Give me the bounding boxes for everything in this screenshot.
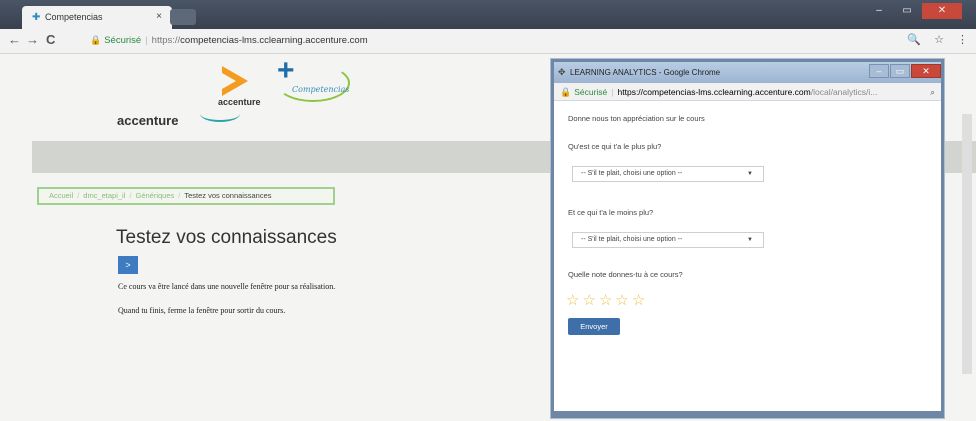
url-scheme: https:// <box>151 35 181 46</box>
lock-icon: 🔒 <box>90 35 102 45</box>
popup-window-title: LEARNING ANALYTICS - Google Chrome <box>570 68 721 77</box>
browser-tabstrip: ✚ Competencias × – ▭ ✕ <box>0 0 976 29</box>
popup-address-bar[interactable]: 🔒 Sécurisé | https://competencias-lms.cclea… <box>554 83 941 101</box>
popup-secure-label: Sécurisé <box>574 87 608 97</box>
breadcrumb-section[interactable]: Génériques <box>135 191 174 200</box>
popup-bottom-border <box>554 411 941 415</box>
window-controls: – ▭ ✕ <box>864 3 962 19</box>
toolbar-actions: 🔍 ☆ ⋮ <box>897 33 968 46</box>
accenture-arrow-cut <box>222 73 236 89</box>
star-rating: ☆ ☆ ☆ ☆ ☆ <box>566 293 648 309</box>
question-liked-label: Qu'est ce qui t'a le plus plu? <box>568 142 662 151</box>
popup-minimize-button[interactable]: – <box>869 64 889 78</box>
close-window-button[interactable]: ✕ <box>922 3 962 19</box>
browser-tab[interactable]: ✚ Competencias × <box>22 6 172 29</box>
popup-maximize-button[interactable]: ▭ <box>890 64 910 78</box>
favicon-icon: ✚ <box>32 12 41 23</box>
minimize-button[interactable]: – <box>866 3 892 19</box>
liked-select[interactable]: -- S'il te plait, choisi une option -- ▼ <box>572 166 764 182</box>
close-info-text: Quand tu finis, ferme la fenêtre pour so… <box>118 306 286 315</box>
address-separator: | <box>611 87 614 97</box>
feedback-intro: Donne nous ton appréciation sur le cours <box>568 114 705 123</box>
star-icon[interactable]: ☆ <box>582 293 595 309</box>
menu-icon[interactable]: ⋮ <box>957 34 968 46</box>
submit-button[interactable]: Envoyer <box>568 318 620 335</box>
popup-url-path: /local/analytics/i... <box>810 87 878 97</box>
page-title: Testez vos connaissances <box>116 227 337 248</box>
star-icon[interactable]: ☆ <box>615 293 628 309</box>
forward-button[interactable]: → <box>26 32 39 48</box>
question-rating-label: Quelle note donnes-tu à ce cours? <box>568 270 683 279</box>
popup-url-host: https://competencias-lms.cclearning.acce… <box>617 87 811 97</box>
tab-close-icon[interactable]: × <box>156 11 162 22</box>
address-separator: | <box>145 35 148 46</box>
back-button[interactable]: ← <box>8 32 21 48</box>
lock-icon: 🔒 <box>560 87 572 97</box>
popup-search-icon[interactable]: ⌕ <box>930 83 935 100</box>
url-host: competencias-lms.cclearning.accenture.co… <box>180 35 368 46</box>
disliked-select[interactable]: -- S'il te plait, choisi une option -- ▼ <box>572 232 764 248</box>
popup-window-controls: – ▭ ✕ <box>868 64 941 78</box>
breadcrumb: Accueil / dmc_etapi_il / Génériques / Testez v… <box>37 187 335 205</box>
breadcrumb-separator: / <box>129 191 132 200</box>
competencias-logo-text: Competencias <box>292 85 350 94</box>
secure-label: Sécurisé <box>104 35 142 46</box>
browser-toolbar: ← → C 🔒 Sécurisé | https://competencias-lms… <box>0 29 976 54</box>
popup-close-button[interactable]: ✕ <box>911 64 941 78</box>
search-icon[interactable]: 🔍 <box>907 34 921 46</box>
analytics-popup-window: ✥ LEARNING ANALYTICS - Google Chrome – ▭… <box>551 59 944 418</box>
breadcrumb-separator: / <box>178 191 181 200</box>
chevron-down-icon: ▼ <box>747 237 753 243</box>
chrome-app-icon: ✥ <box>558 67 566 77</box>
launch-info-text: Ce cours va être lancé dans une nouvelle… <box>118 282 336 291</box>
logo-swoosh <box>200 106 240 122</box>
new-tab-button[interactable] <box>170 9 196 25</box>
reload-button[interactable]: C <box>46 32 55 48</box>
liked-select-value: -- S'il te plait, choisi une option -- <box>581 170 683 177</box>
breadcrumb-home[interactable]: Accueil <box>49 191 73 200</box>
breadcrumb-course[interactable]: dmc_etapi_il <box>83 191 125 200</box>
star-icon[interactable]: ☆ <box>599 293 612 309</box>
tab-title: Competencias <box>45 12 103 22</box>
address-bar[interactable]: 🔒 Sécurisé | https://competencias-lms.cclea… <box>90 32 850 48</box>
page-scrollbar[interactable] <box>962 114 972 374</box>
brand-text: accenture <box>117 113 179 128</box>
disliked-select-value: -- S'il te plait, choisi une option -- <box>581 236 683 243</box>
popup-titlebar[interactable]: ✥ LEARNING ANALYTICS - Google Chrome – ▭… <box>554 62 941 83</box>
star-icon[interactable]: ☆ <box>632 293 645 309</box>
breadcrumb-separator: / <box>77 191 80 200</box>
launch-course-button[interactable]: > <box>118 256 138 274</box>
bookmark-star-icon[interactable]: ☆ <box>934 34 944 46</box>
maximize-button[interactable]: ▭ <box>894 3 920 19</box>
chevron-down-icon: ▼ <box>747 171 753 177</box>
star-icon[interactable]: ☆ <box>566 293 579 309</box>
breadcrumb-current: Testez vos connaissances <box>184 191 272 200</box>
question-disliked-label: Et ce qui t'a le moins plu? <box>568 208 654 217</box>
plus-icon: + <box>277 54 295 87</box>
